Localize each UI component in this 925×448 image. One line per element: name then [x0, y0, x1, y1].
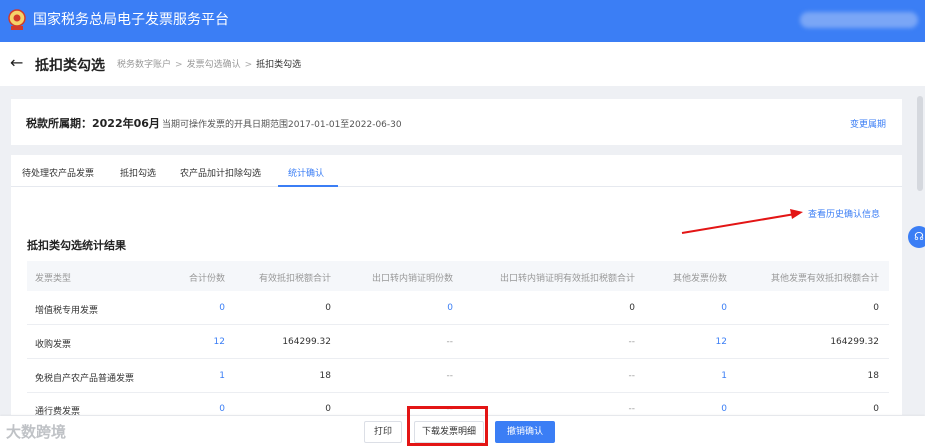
invoice-type-cell: 通行费发票 [35, 407, 81, 415]
breadcrumb-separator: > [175, 60, 183, 70]
table-header: 发票类型 合计份数 有效抵扣税额合计 出口转内销证明份数 出口转内销证明有效抵扣… [27, 261, 889, 291]
highlight-box [407, 406, 488, 446]
column-header: 发票类型 [35, 274, 72, 284]
print-button[interactable]: 打印 [364, 421, 402, 443]
other-count-link[interactable]: 0 [647, 303, 727, 313]
tax-period-card: 税款所属期：2022年06月 当期可操作发票的开具日期范围2017-01-01至… [11, 99, 902, 145]
table-row: 收购发票 12 164299.32 -- -- 12 164299.32 [27, 326, 889, 359]
breadcrumb-item-current: 抵扣类勾选 [256, 60, 302, 70]
tax-period-label: 税款所属期：2022年06月 [26, 117, 160, 130]
user-info-blurred[interactable] [800, 12, 918, 28]
tab-bar: 待处理农产品发票 抵扣勾选 农产品加计扣除勾选 统计确认 [11, 155, 902, 187]
view-history-link[interactable]: 查看历史确认信息 [808, 207, 880, 220]
other-count-link[interactable]: 12 [647, 337, 727, 347]
other-count-link[interactable]: 1 [647, 371, 727, 381]
page-header: ← 抵扣类勾选 税务数字账户 > 发票勾选确认 > 抵扣类勾选 [0, 42, 925, 86]
valid-tax-total-cell: 164299.32 [282, 337, 331, 347]
valid-tax-total-cell: 0 [325, 303, 331, 313]
tab-agricultural-extra-deduction[interactable]: 农产品加计扣除勾选 [180, 166, 261, 179]
column-header: 出口转内销证明份数 [371, 274, 453, 284]
export-cert-tax-cell: 0 [629, 303, 635, 313]
total-count-link[interactable]: 0 [157, 404, 225, 414]
total-count-link[interactable]: 0 [157, 303, 225, 313]
active-tab-indicator [278, 185, 338, 187]
other-count-link[interactable]: 0 [647, 404, 727, 414]
other-tax-cell: 0 [873, 404, 879, 414]
top-bar: 国家税务总局电子发票服务平台 [0, 0, 925, 42]
headset-help-icon[interactable]: ☊ [908, 226, 925, 248]
total-count-link[interactable]: 12 [157, 337, 225, 347]
column-header: 其他发票份数 [672, 274, 727, 284]
other-tax-cell: 18 [867, 371, 879, 381]
export-cert-count-link[interactable]: 0 [345, 303, 453, 313]
export-cert-count-cell: -- [446, 337, 454, 347]
section-title: 抵扣类勾选统计结果 [27, 239, 126, 252]
export-cert-tax-cell: -- [628, 337, 636, 347]
breadcrumb-separator: > [244, 60, 253, 70]
export-cert-tax-cell: -- [628, 404, 636, 414]
breadcrumb-item-confirm[interactable]: 发票勾选确认 [187, 57, 241, 70]
column-header: 出口转内销证明有效抵扣税额合计 [499, 274, 635, 284]
valid-tax-total-cell: 18 [319, 371, 331, 381]
other-tax-cell: 164299.32 [830, 337, 879, 347]
column-header: 其他发票有效抵扣税额合计 [770, 274, 879, 284]
watermark-logo: 大数跨境 [6, 423, 67, 441]
page-title: 抵扣类勾选 [35, 58, 105, 74]
change-period-link[interactable]: 变更属期 [850, 117, 886, 130]
tax-period-range: 当期可操作发票的开具日期范围2017-01-01至2022-06-30 [162, 120, 402, 130]
export-cert-count-cell: -- [446, 371, 454, 381]
column-header: 合计份数 [188, 274, 225, 284]
column-header: 有效抵扣税额合计 [258, 274, 331, 284]
back-arrow-icon[interactable]: ← [10, 55, 23, 71]
total-count-link[interactable]: 1 [157, 371, 225, 381]
invoice-type-cell: 增值税专用发票 [35, 306, 99, 316]
table-row: 增值税专用发票 0 0 0 0 0 0 [27, 292, 889, 325]
breadcrumb: 税务数字账户 > 发票勾选确认 > 抵扣类勾选 [117, 57, 301, 70]
tab-statistics-confirm[interactable]: 统计确认 [288, 166, 324, 179]
breadcrumb-item-account[interactable]: 税务数字账户 [117, 57, 171, 70]
valid-tax-total-cell: 0 [325, 404, 331, 414]
revoke-confirm-button[interactable]: 撤销确认 [495, 421, 555, 443]
table-row: 免税自产农产品普通发票 1 18 -- -- 1 18 [27, 360, 889, 393]
invoice-type-cell: 免税自产农产品普通发票 [35, 374, 135, 384]
invoice-type-cell: 收购发票 [35, 340, 72, 350]
tab-pending-agricultural[interactable]: 待处理农产品发票 [22, 166, 94, 179]
other-tax-cell: 0 [873, 303, 879, 313]
statistics-card: 待处理农产品发票 抵扣勾选 农产品加计扣除勾选 统计确认 查看历史确认信息 抵扣… [11, 155, 902, 415]
tab-deduction-select[interactable]: 抵扣勾选 [120, 166, 156, 179]
export-cert-tax-cell: -- [628, 371, 636, 381]
app-title: 国家税务总局电子发票服务平台 [33, 12, 229, 28]
page-scrollbar[interactable] [917, 96, 923, 191]
tax-emblem-icon [8, 9, 26, 30]
